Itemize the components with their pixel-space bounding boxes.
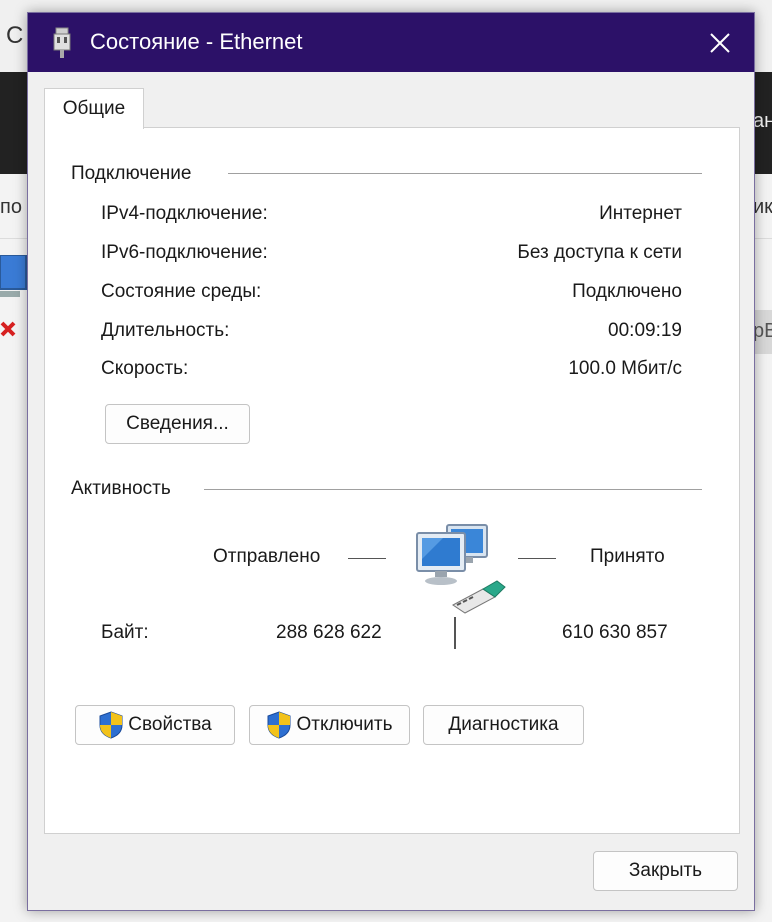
background-text-fragment-left: по <box>0 196 22 218</box>
background-text-fragment-right: ик <box>753 196 772 218</box>
close-icon[interactable] <box>700 23 740 63</box>
network-adapter-icon <box>53 27 71 58</box>
uac-shield-icon <box>267 711 291 739</box>
received-dash <box>518 558 556 559</box>
background-text-fragment-toolbar: ан <box>753 110 772 132</box>
ipv6-label: IPv6-подключение: <box>101 242 268 263</box>
details-button[interactable]: Сведения... <box>105 404 250 444</box>
sent-label: Отправлено <box>213 546 321 567</box>
activity-group-title: Активность <box>71 478 171 500</box>
media-state-value: Подключено <box>572 281 682 302</box>
properties-button-label: Свойства <box>128 714 212 735</box>
duration-label: Длительность: <box>101 320 230 341</box>
bytes-sent-value: 288 628 622 <box>276 622 382 643</box>
connection-group-line <box>228 173 702 174</box>
received-label: Принято <box>590 546 665 567</box>
disable-button[interactable]: Отключить <box>249 705 410 745</box>
sent-dash <box>348 558 386 559</box>
activity-group-line <box>204 489 702 490</box>
dialog-titlebar: Состояние - Ethernet <box>28 13 754 72</box>
background-text-fragment-panel: рВ <box>753 320 772 342</box>
media-state-label: Состояние среды: <box>101 281 262 302</box>
ipv4-label: IPv4-подключение: <box>101 203 268 224</box>
network-computers-icon <box>416 524 506 614</box>
dialog-title: Состояние - Ethernet <box>90 29 303 54</box>
ipv4-value: Интернет <box>599 203 682 224</box>
background-title-fragment: С <box>6 22 24 49</box>
speed-value: 100.0 Мбит/с <box>568 358 682 379</box>
bytes-divider <box>454 617 456 649</box>
properties-button[interactable]: Свойства <box>75 705 235 745</box>
connection-group-title: Подключение <box>71 163 192 185</box>
status-dialog: Состояние - Ethernet Общие Подключение I… <box>27 12 755 911</box>
speed-label: Скорость: <box>101 358 189 379</box>
bytes-label: Байт: <box>101 622 149 643</box>
uac-shield-icon <box>99 711 123 739</box>
diagnose-button[interactable]: Диагностика <box>423 705 584 745</box>
duration-value: 00:09:19 <box>608 320 682 341</box>
ipv6-value: Без доступа к сети <box>517 242 682 263</box>
disable-button-label: Отключить <box>296 714 393 735</box>
background-network-icon <box>0 255 27 337</box>
close-button[interactable]: Закрыть <box>593 851 738 891</box>
bytes-received-value: 610 630 857 <box>562 622 668 643</box>
tab-general[interactable]: Общие <box>44 88 144 129</box>
